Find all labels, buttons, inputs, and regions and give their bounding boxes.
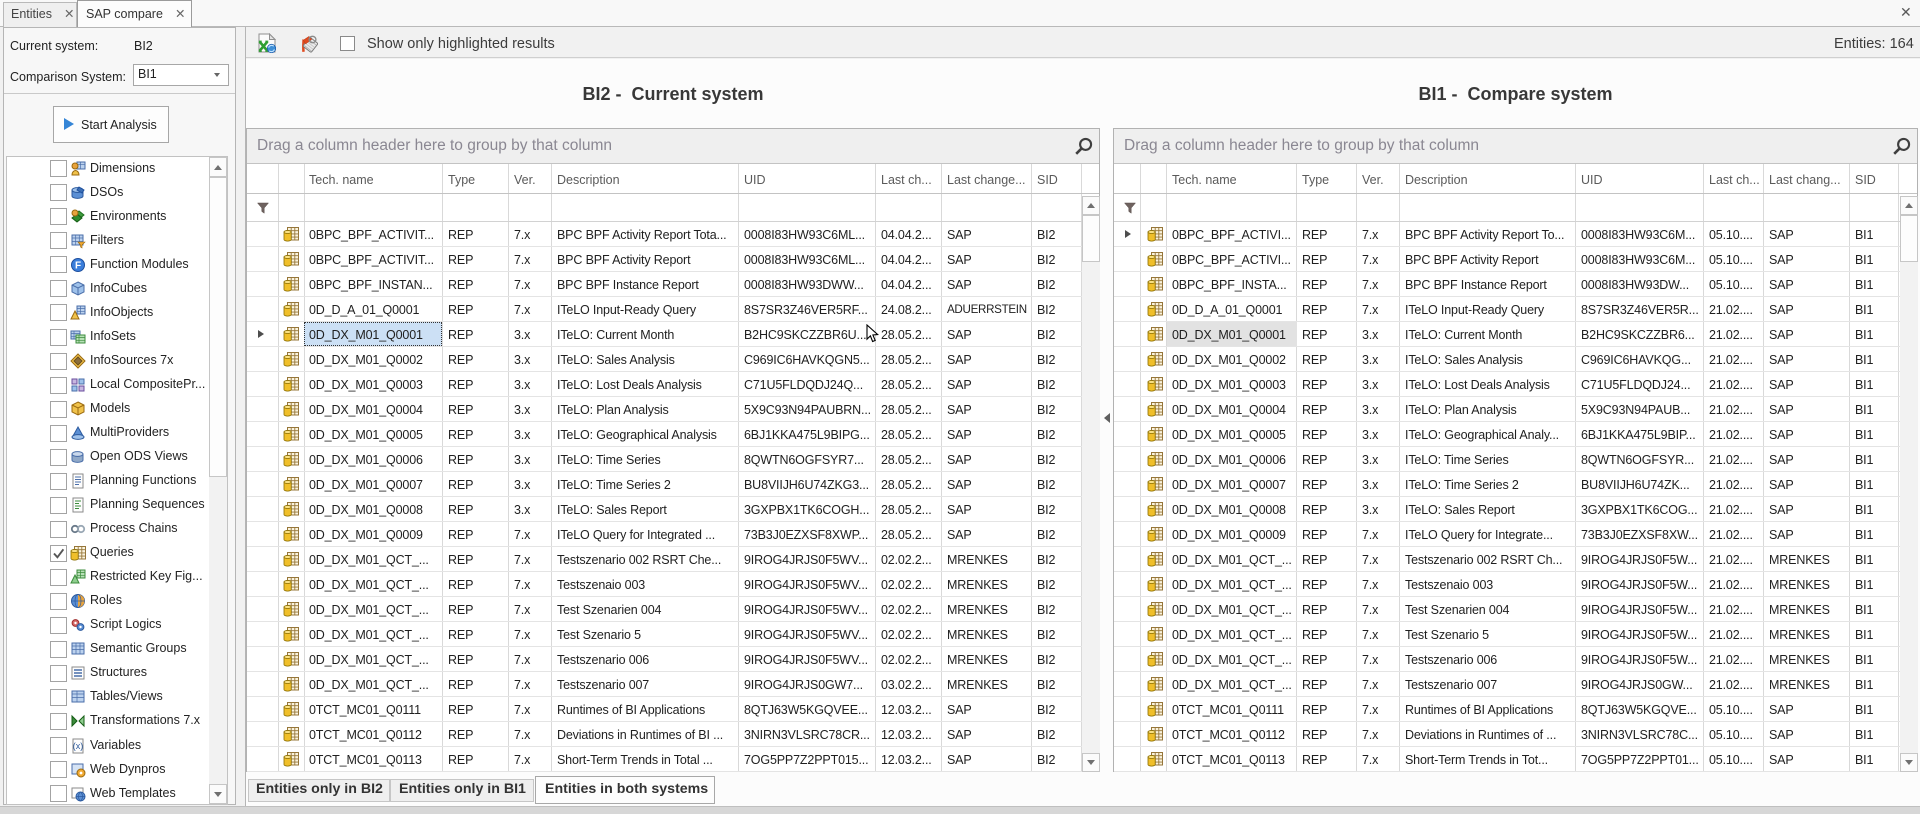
svg-text:(x): (x) xyxy=(73,741,84,751)
svg-text:F: F xyxy=(75,261,81,272)
